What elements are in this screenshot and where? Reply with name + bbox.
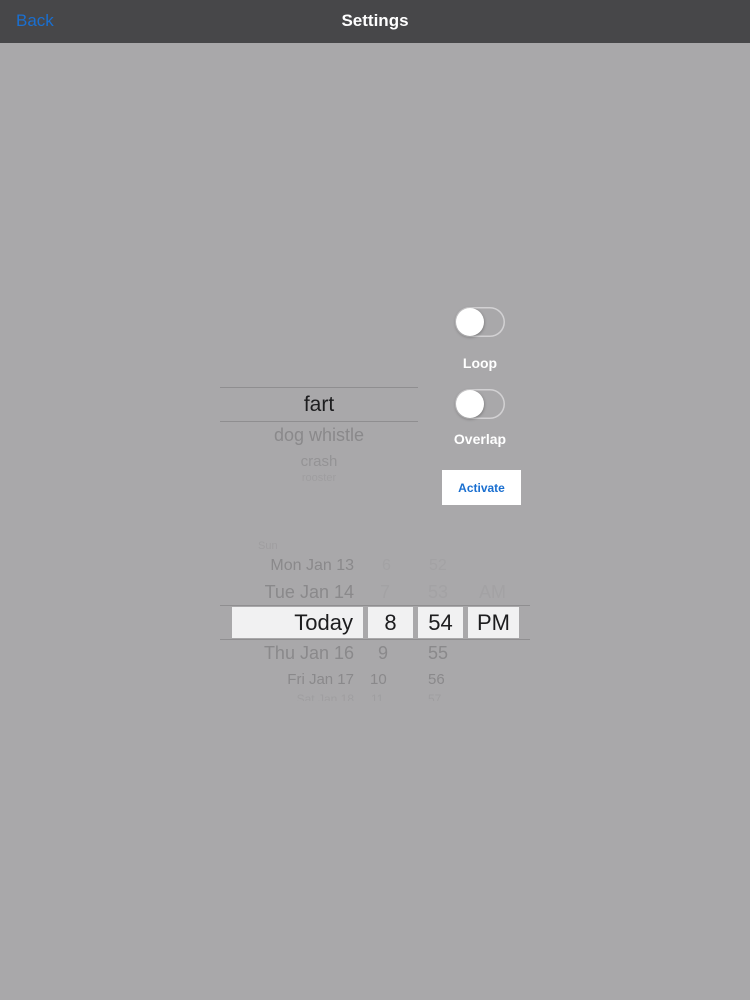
overlap-toggle-knob [456, 390, 484, 418]
minute-option[interactable]: 56 [428, 671, 445, 688]
hour-selected[interactable]: 8 [368, 607, 413, 638]
minute-option[interactable]: 52 [429, 557, 447, 575]
hour-option[interactable]: 11 [371, 692, 383, 701]
sound-option-selected[interactable]: fart [220, 393, 418, 417]
loop-toggle[interactable] [455, 307, 505, 337]
day-option[interactable]: Fri Jan 17 [287, 671, 354, 688]
sound-option[interactable]: rooster [220, 472, 418, 481]
hour-option[interactable]: 9 [378, 643, 388, 664]
day-option[interactable]: Mon Jan 13 [270, 557, 354, 575]
date-time-picker[interactable]: Sun Mon Jan 13 Tue Jan 14 Today Thu Jan … [220, 535, 530, 710]
overlap-label: Overlap [453, 431, 507, 447]
picker-selection-line-top [220, 605, 530, 606]
hour-option[interactable]: 7 [380, 582, 390, 603]
picker-selection-line-bottom [220, 639, 530, 640]
day-option[interactable]: Thu Jan 16 [264, 643, 354, 664]
day-option[interactable]: Sun [258, 540, 278, 552]
activate-button[interactable]: Activate [442, 470, 521, 505]
sound-picker[interactable]: fart dog whistle crash rooster [220, 375, 418, 495]
ampm-option[interactable]: AM [479, 582, 506, 603]
loop-label: Loop [462, 355, 498, 371]
sound-option[interactable]: dog whistle [220, 425, 418, 446]
picker-selection-line-bottom [220, 421, 418, 422]
sound-option[interactable]: crash [220, 453, 418, 470]
ampm-selected[interactable]: PM [468, 607, 519, 638]
loop-toggle-knob [456, 308, 484, 336]
overlap-toggle[interactable] [455, 389, 505, 419]
nav-bar: Back Settings [0, 0, 750, 43]
minute-option[interactable]: 53 [428, 582, 448, 603]
day-selected[interactable]: Today [232, 607, 363, 638]
hour-option[interactable]: 10 [370, 671, 387, 688]
day-option[interactable]: Tue Jan 14 [265, 582, 354, 603]
page-title: Settings [341, 11, 409, 30]
minute-option[interactable]: 57 [428, 692, 441, 701]
day-option[interactable]: Sat Jan 18 [297, 692, 354, 701]
minute-option[interactable]: 55 [428, 643, 448, 664]
picker-selection-line-top [220, 387, 418, 388]
minute-selected[interactable]: 54 [418, 607, 463, 638]
hour-option[interactable]: 6 [382, 557, 391, 575]
